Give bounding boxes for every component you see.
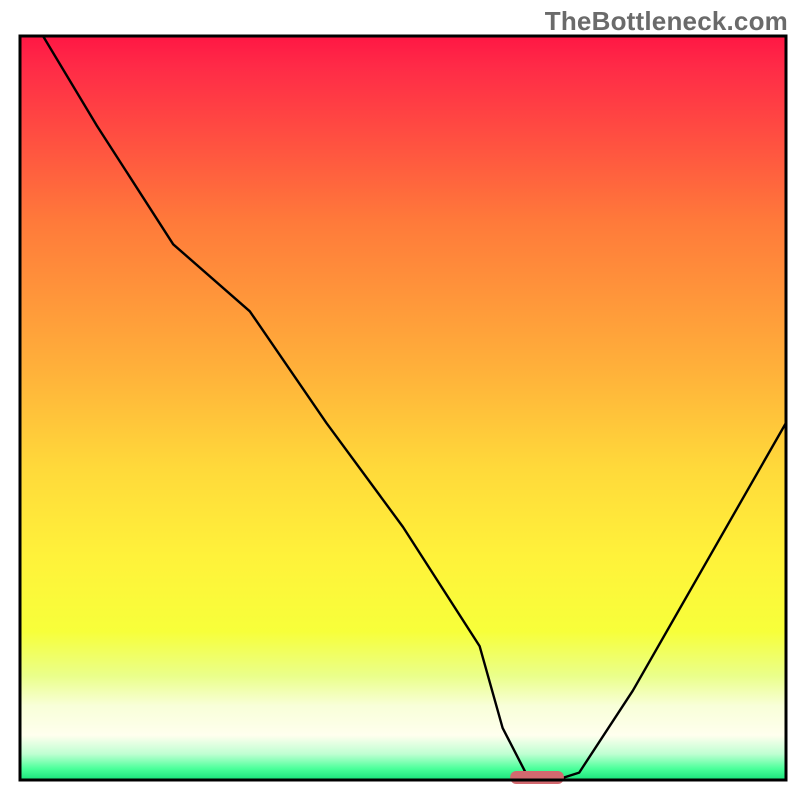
watermark-text: TheBottleneck.com [545, 6, 788, 37]
chart-container: TheBottleneck.com [0, 0, 800, 800]
gradient-background [20, 36, 786, 780]
bottleneck-chart [0, 0, 800, 800]
plot-area [20, 36, 786, 784]
optimal-marker [510, 771, 564, 784]
